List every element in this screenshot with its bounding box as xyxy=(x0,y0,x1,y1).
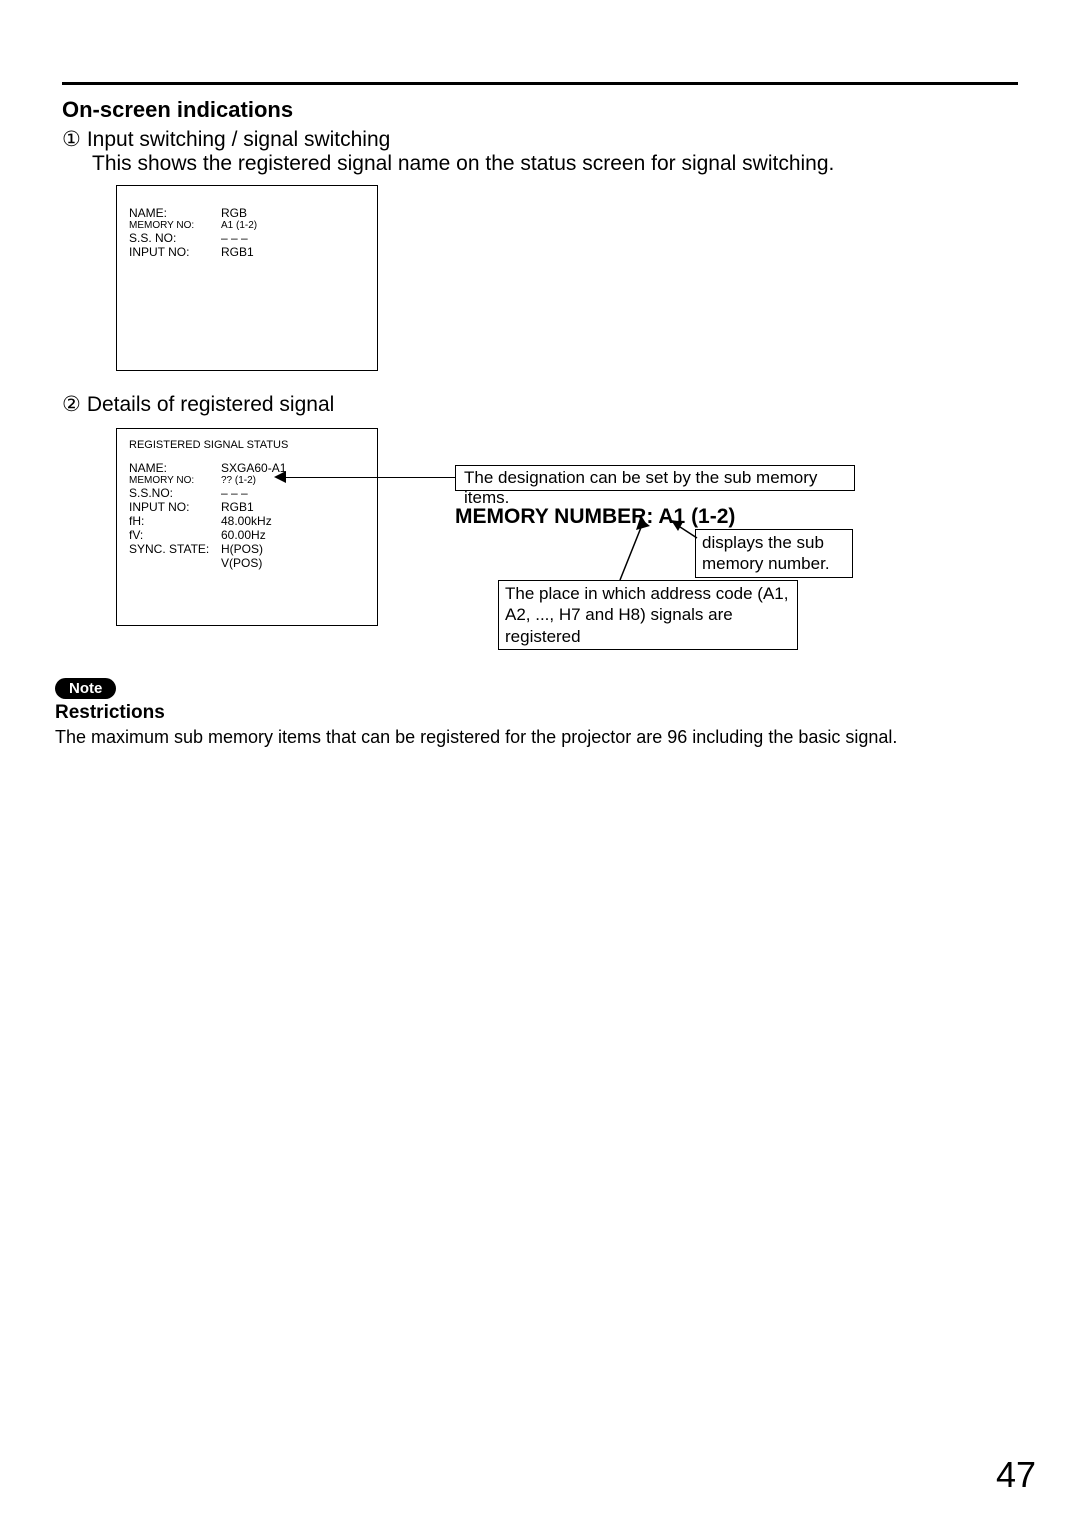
status-row: SYNC. STATE:H(POS) xyxy=(129,542,365,556)
status-row-label: S.S.NO: xyxy=(129,486,221,500)
status-screen-box-1: NAME:RGBMEMORY NO:A1 (1-2)S.S. NO:– – –I… xyxy=(116,185,378,371)
note-badge: Note xyxy=(55,678,116,699)
status-row-label: NAME: xyxy=(129,461,221,475)
status-row: S.S.NO:– – – xyxy=(129,486,365,500)
status-row-value: V(POS) xyxy=(221,556,262,570)
status-row-label: INPUT NO: xyxy=(129,245,221,259)
status-row-value: – – – xyxy=(221,486,248,500)
status-row-value: 48.00kHz xyxy=(221,514,272,528)
top-rule xyxy=(62,82,1018,85)
status-row-label: INPUT NO: xyxy=(129,500,221,514)
status-row-label: MEMORY NO: xyxy=(129,220,221,231)
status-screen-box-2: REGISTERED SIGNAL STATUS NAME:SXGA60-A1M… xyxy=(116,428,378,626)
status-row-label: NAME: xyxy=(129,206,221,220)
status-row-value: RGB1 xyxy=(221,500,254,514)
status-row-value: ?? (1-2) xyxy=(221,475,256,486)
status-row: fH:48.00kHz xyxy=(129,514,365,528)
status-row-label: S.S. NO: xyxy=(129,231,221,245)
box2-title: REGISTERED SIGNAL STATUS xyxy=(129,439,365,451)
item-1-description: This shows the registered signal name on… xyxy=(92,152,834,176)
status-row: INPUT NO:RGB1 xyxy=(129,500,365,514)
memory-number-line: MEMORY NUMBER: A1 (1-2) xyxy=(455,505,735,529)
status-row: NAME:SXGA60-A1 xyxy=(129,461,365,475)
item-2: ② Details of registered signal xyxy=(62,392,334,417)
status-row: MEMORY NO:A1 (1-2) xyxy=(129,220,365,231)
status-row: V(POS) xyxy=(129,556,365,570)
status-row-value: – – – xyxy=(221,231,248,245)
status-row-value: RGB xyxy=(221,206,247,220)
status-row-value: RGB1 xyxy=(221,245,254,259)
arrow-left-icon xyxy=(274,471,286,483)
item-1: ① Input switching / signal switching xyxy=(62,127,390,152)
status-row-label: SYNC. STATE: xyxy=(129,542,221,556)
status-row-label xyxy=(129,556,221,570)
status-row-label: fH: xyxy=(129,514,221,528)
callout-address-code: The place in which address code (A1, A2,… xyxy=(498,580,798,650)
item-1-label: Input switching / signal switching xyxy=(87,128,391,151)
item-2-label: Details of registered signal xyxy=(87,393,334,416)
callout-sub-memory: displays the sub memory number. xyxy=(695,529,853,578)
section-title: On-screen indications xyxy=(62,97,293,123)
manual-page: On-screen indications ① Input switching /… xyxy=(0,0,1080,1526)
status-row-label: fV: xyxy=(129,528,221,542)
callout-designation: The designation can be set by the sub me… xyxy=(455,465,855,491)
status-row-value: A1 (1-2) xyxy=(221,220,257,231)
status-row: NAME:RGB xyxy=(129,206,365,220)
page-number: 47 xyxy=(996,1454,1036,1496)
status-row-value: H(POS) xyxy=(221,542,263,556)
status-row: fV:60.00Hz xyxy=(129,528,365,542)
arrow-line xyxy=(280,477,455,478)
status-row-value: 60.00Hz xyxy=(221,528,266,542)
status-row: INPUT NO:RGB1 xyxy=(129,245,365,259)
status-row: S.S. NO:– – – xyxy=(129,231,365,245)
status-row-label: MEMORY NO: xyxy=(129,475,221,486)
circle-2-icon: ② xyxy=(62,392,81,417)
restrictions-title: Restrictions xyxy=(55,702,165,724)
circle-1-icon: ① xyxy=(62,127,81,152)
restrictions-body: The maximum sub memory items that can be… xyxy=(55,727,1018,748)
